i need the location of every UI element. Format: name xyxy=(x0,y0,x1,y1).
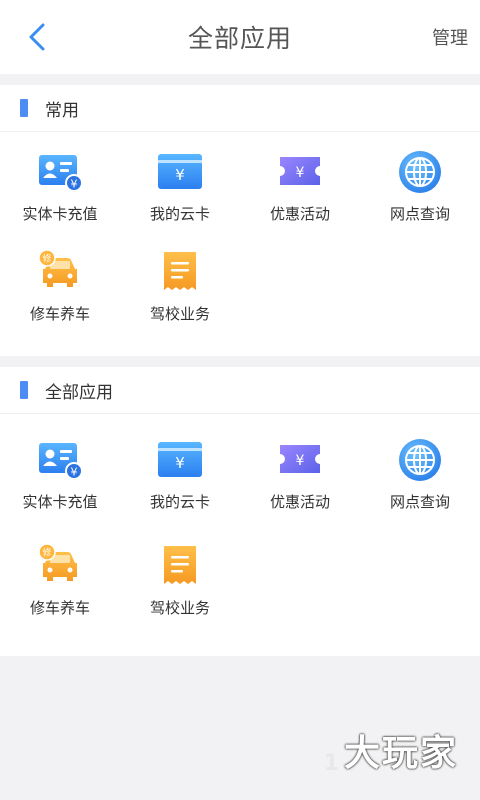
app-promotions[interactable]: 优惠活动 xyxy=(240,436,360,542)
app-car-repair[interactable]: 修车养车 xyxy=(0,542,120,648)
app-label: 网点查询 xyxy=(389,493,450,511)
globe-icon xyxy=(398,150,442,194)
app-grid: 实体卡充值 我的云卡 优惠活动 网点查询 修车养车 驾校业务 xyxy=(0,132,480,356)
app-car-repair[interactable]: 修车养车 xyxy=(0,248,120,348)
section-header: 常用 xyxy=(0,85,480,132)
app-driving-school[interactable]: 驾校业务 xyxy=(120,248,240,348)
app-label: 驾校业务 xyxy=(149,305,210,323)
app-branch-search[interactable]: 网点查询 xyxy=(360,436,480,542)
section-header: 全部应用 xyxy=(0,367,480,414)
app-label: 我的云卡 xyxy=(149,493,210,511)
app-label: 优惠活动 xyxy=(269,493,330,511)
manage-button[interactable]: 管理 xyxy=(432,24,468,50)
app-label: 实体卡充值 xyxy=(22,493,98,511)
section-title: 全部应用 xyxy=(45,382,113,403)
app-driving-school[interactable]: 驾校业务 xyxy=(120,542,240,648)
app-physical-card-recharge[interactable]: 实体卡充值 xyxy=(0,148,120,248)
top-bar: 全部应用 管理 xyxy=(0,0,480,74)
app-label: 我的云卡 xyxy=(149,205,210,223)
app-physical-card-recharge[interactable]: 实体卡充值 xyxy=(0,436,120,542)
app-grid: 实体卡充值 我的云卡 优惠活动 网点查询 修车养车 驾校业务 xyxy=(0,414,480,656)
coupon-ticket-icon xyxy=(280,157,320,185)
app-label: 修车养车 xyxy=(29,599,90,617)
car-repair-icon xyxy=(38,543,78,582)
receipt-icon xyxy=(164,546,196,584)
watermark-number: 1 xyxy=(323,751,340,776)
app-promotions[interactable]: 优惠活动 xyxy=(240,148,360,248)
app-label: 实体卡充值 xyxy=(22,205,98,223)
common-apps-section: 常用 实体卡充值 我的云卡 优惠活动 网点查询 修车养车 驾校业务 xyxy=(0,85,480,356)
section-accent-bar xyxy=(20,99,28,117)
yuan-card-icon xyxy=(158,154,202,189)
receipt-icon xyxy=(164,252,196,290)
id-card-yuan-icon xyxy=(38,442,83,480)
section-accent-bar xyxy=(20,381,28,399)
yuan-card-icon xyxy=(158,442,202,477)
app-my-cloud-card[interactable]: 我的云卡 xyxy=(120,148,240,248)
app-branch-search[interactable]: 网点查询 xyxy=(360,148,480,248)
app-label: 修车养车 xyxy=(29,305,90,323)
section-title: 常用 xyxy=(45,100,79,121)
car-repair-icon xyxy=(38,249,78,288)
coupon-ticket-icon xyxy=(280,445,320,473)
globe-icon xyxy=(398,438,442,482)
all-apps-section: 全部应用 实体卡充值 我的云卡 优惠活动 网点查询 修车养车 驾校业务 xyxy=(0,367,480,656)
app-label: 优惠活动 xyxy=(269,205,330,223)
app-label: 网点查询 xyxy=(389,205,450,223)
chevron-left-icon xyxy=(29,23,45,51)
id-card-yuan-icon xyxy=(38,154,83,192)
app-label: 驾校业务 xyxy=(149,599,210,617)
watermark-text: 大玩家 xyxy=(343,733,458,774)
app-my-cloud-card[interactable]: 我的云卡 xyxy=(120,436,240,542)
page-title: 全部应用 xyxy=(187,24,292,53)
back-button[interactable] xyxy=(22,22,52,52)
watermark: 1 大玩家 xyxy=(324,724,458,776)
